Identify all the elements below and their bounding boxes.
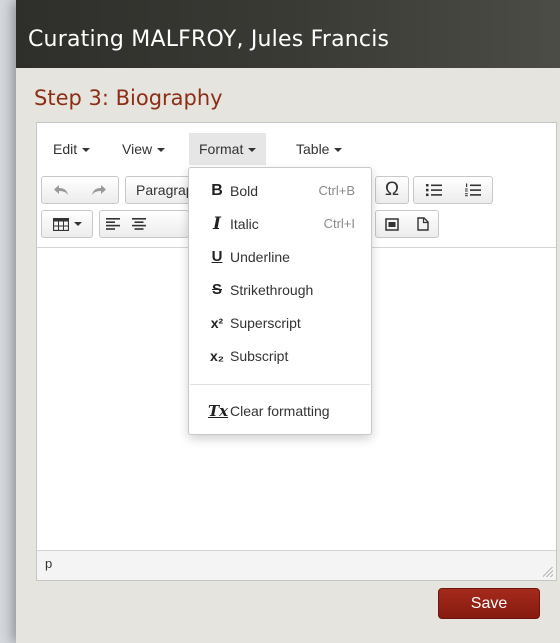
format-bold-shortcut: Ctrl+B <box>318 183 355 198</box>
alignment-group <box>99 210 189 238</box>
list-group <box>413 176 493 204</box>
format-dropdown-menu: B Bold Ctrl+B I Italic Ctrl+I U Underlin… <box>188 167 372 435</box>
undo-button[interactable] <box>42 177 80 203</box>
format-strikethrough-label: Strikethrough <box>230 282 314 298</box>
format-subscript-item[interactable]: x₂ Subscript <box>189 342 371 370</box>
bullet-list-button[interactable] <box>414 177 453 203</box>
image-icon <box>384 217 399 231</box>
redo-icon <box>92 185 106 195</box>
underline-icon: U <box>211 248 223 265</box>
menu-table[interactable]: Table <box>286 133 352 165</box>
element-path[interactable]: p <box>45 556 52 571</box>
editor-statusbar: p <box>37 550 556 580</box>
chevron-down-icon <box>82 148 91 153</box>
format-strikethrough-item[interactable]: S Strikethrough <box>189 276 371 304</box>
menu-view-label: View <box>122 141 153 157</box>
redo-button[interactable] <box>80 177 118 203</box>
new-document-icon <box>416 217 429 231</box>
clear-formatting-item[interactable]: Tx Clear formatting <box>189 397 371 425</box>
menu-edit[interactable]: Edit <box>43 133 100 165</box>
align-left-icon <box>106 218 120 230</box>
subscript-icon: x₂ <box>209 348 224 364</box>
format-italic-shortcut: Ctrl+I <box>323 216 355 231</box>
format-italic-label: Italic <box>230 216 259 232</box>
undo-icon <box>54 185 68 195</box>
chevron-down-icon <box>334 148 343 153</box>
format-subscript-label: Subscript <box>230 348 289 364</box>
save-button[interactable]: Save <box>438 588 540 619</box>
insert-group <box>375 210 439 238</box>
format-superscript-item[interactable]: x² Superscript <box>189 309 371 337</box>
clear-formatting-label: Clear formatting <box>230 403 330 419</box>
align-center-button[interactable] <box>126 211 152 237</box>
step-heading: Step 3: Biography <box>34 86 223 110</box>
editor-menubar: Edit View Format Table <box>37 133 556 165</box>
numbered-list-button[interactable] <box>453 177 492 203</box>
strikethrough-icon: S <box>211 281 222 298</box>
numbered-list-icon <box>464 183 481 197</box>
history-group <box>41 176 119 204</box>
menu-format-label: Format <box>199 141 244 157</box>
clear-formatting-icon: Tx <box>208 402 229 420</box>
bullet-list-icon <box>425 184 442 197</box>
format-bold-item[interactable]: B Bold Ctrl+B <box>189 177 371 205</box>
format-italic-item[interactable]: I Italic Ctrl+I <box>189 210 371 238</box>
chevron-down-icon <box>248 148 257 153</box>
menu-edit-label: Edit <box>53 141 78 157</box>
align-center-icon <box>132 218 146 230</box>
bold-icon: B <box>211 182 223 199</box>
resize-handle-icon[interactable] <box>543 567 553 577</box>
special-character-group: Ω <box>375 176 409 204</box>
table-group <box>41 210 93 238</box>
special-character-button[interactable]: Ω <box>376 177 408 203</box>
format-underline-item[interactable]: U Underline <box>189 243 371 271</box>
table-icon <box>52 217 69 231</box>
title-bar: Curating MALFROY, Jules Francis <box>16 0 560 68</box>
align-left-button[interactable] <box>100 211 126 237</box>
chevron-down-icon <box>157 148 166 153</box>
menu-view[interactable]: View <box>112 133 175 165</box>
menu-table-label: Table <box>296 141 330 157</box>
omega-icon: Ω <box>384 179 400 200</box>
new-document-button[interactable] <box>407 211 438 237</box>
chevron-down-icon <box>73 222 82 226</box>
format-superscript-label: Superscript <box>230 315 301 331</box>
insert-image-button[interactable] <box>376 211 407 237</box>
page-title: Curating MALFROY, Jules Francis <box>28 27 390 52</box>
superscript-icon: x² <box>210 315 224 331</box>
italic-icon: I <box>213 214 221 234</box>
menu-format[interactable]: Format <box>189 133 267 165</box>
table-button[interactable] <box>42 211 92 237</box>
format-underline-label: Underline <box>230 249 290 265</box>
format-bold-label: Bold <box>230 183 259 199</box>
menu-divider <box>190 384 370 385</box>
